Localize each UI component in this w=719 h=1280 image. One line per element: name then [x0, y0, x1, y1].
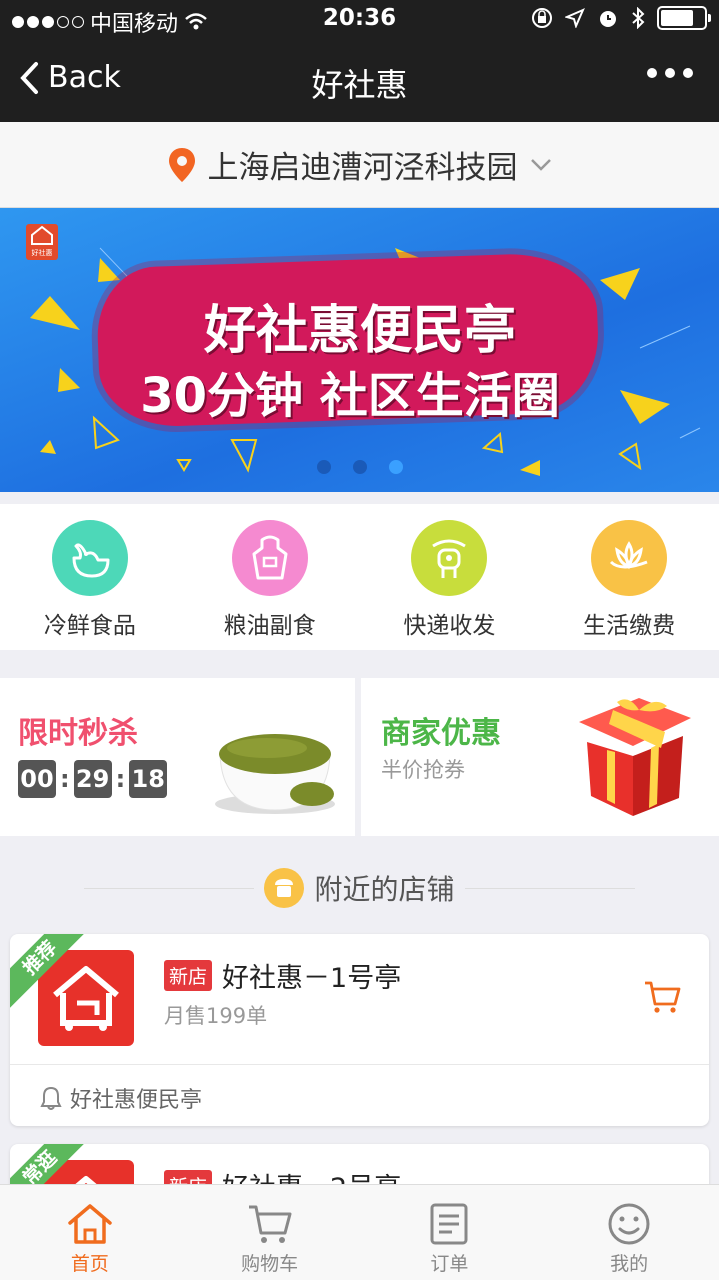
home-icon [68, 1204, 112, 1244]
page-title: 好社惠 [311, 66, 408, 104]
banner-pagination[interactable] [0, 460, 719, 474]
promo-banner[interactable]: 好社惠 好社惠便民亭 30分钟 社区生活圈 [0, 208, 719, 492]
merchant-deal-title: 商家优惠 [381, 716, 501, 751]
alarm-icon [600, 11, 616, 27]
battery-icon [657, 6, 711, 30]
status-bar: 中国移动 20:36 [0, 0, 719, 40]
banner-subheadline: 30分钟 社区生活圈 [140, 368, 560, 424]
more-dot-icon [683, 68, 693, 78]
store-note: 好社惠便民亭 [40, 1082, 202, 1114]
smiley-icon [608, 1203, 650, 1245]
tab-profile[interactable]: 我的 [539, 1185, 719, 1280]
cart-icon [645, 981, 681, 1013]
store-note-text: 好社惠便民亭 [70, 1088, 203, 1113]
bluetooth-icon [632, 7, 645, 29]
category-label: 快递收发 [403, 613, 496, 639]
tab-label: 购物车 [241, 1253, 299, 1275]
banner-headline: 好社惠便民亭 [203, 301, 516, 361]
tab-label: 订单 [430, 1253, 469, 1275]
chicken-icon [51, 520, 128, 596]
category-label: 冷鲜食品 [43, 613, 136, 639]
promo-row: 限时秒杀 00 : 29 : 18 商家优惠 半价抢券 [0, 678, 719, 836]
store-card[interactable]: 推荐 新店 好社惠－1号亭 月售199单 好社惠便民亭 [10, 934, 709, 1126]
more-menu-button[interactable] [647, 68, 693, 78]
pagination-dot-active[interactable] [388, 460, 403, 474]
merchant-deal-card[interactable]: 商家优惠 半价抢券 [361, 678, 719, 836]
cart-icon [248, 1205, 292, 1243]
flash-sale-card[interactable]: 限时秒杀 00 : 29 : 18 [0, 678, 355, 836]
shop-icon [264, 868, 305, 908]
store-monthly-sales: 月售199单 [164, 1004, 268, 1028]
divider [84, 887, 255, 889]
mung-beans-image [215, 734, 335, 814]
gift-box-image [579, 698, 691, 816]
house-logo-icon [53, 966, 119, 1031]
divider [464, 887, 635, 889]
timer-hours: 00 [18, 760, 56, 798]
pagination-dot[interactable] [316, 460, 331, 474]
location-selector[interactable]: 上海启迪漕河泾科技园 [0, 122, 719, 208]
location-text: 上海启迪漕河泾科技园 [207, 150, 518, 186]
status-right [531, 6, 711, 30]
new-store-badge: 新店 [164, 960, 213, 991]
tab-orders[interactable]: 订单 [360, 1185, 540, 1280]
map-pin-icon [168, 147, 195, 182]
bell-icon [40, 1086, 62, 1110]
tab-cart[interactable]: 购物车 [180, 1185, 360, 1280]
order-list-icon [430, 1203, 468, 1245]
category-label: 粮油副食 [223, 613, 316, 639]
category-label: 生活缴费 [583, 613, 676, 639]
store-name: 好社惠－1号亭 [222, 963, 402, 994]
timer-seconds: 18 [129, 760, 168, 798]
chevron-down-icon [530, 158, 551, 171]
category-grain-oil[interactable]: 粮油副食 [180, 504, 360, 650]
more-dot-icon [665, 68, 675, 78]
location-arrow-icon [565, 8, 585, 28]
nearby-stores-title: 附近的店铺 [314, 873, 455, 906]
add-to-cart-button[interactable] [643, 980, 681, 1018]
tab-label: 首页 [70, 1253, 109, 1275]
pagination-dot[interactable] [352, 460, 367, 474]
apron-icon [231, 520, 308, 596]
tab-home[interactable]: 首页 [0, 1185, 180, 1280]
app-screen: 中国移动 20:36 Back 好社惠 上海启迪漕河泾科技园 好社惠 好社惠便民… [0, 0, 719, 1280]
scooter-icon [411, 520, 488, 596]
category-fresh-food[interactable]: 冷鲜食品 [0, 504, 180, 650]
timer-minutes: 29 [73, 760, 112, 798]
merchant-deal-subtitle: 半价抢券 [381, 758, 465, 782]
rotation-lock-icon [532, 8, 552, 28]
countdown-timer: 00 : 29 : 18 [18, 760, 168, 798]
lotus-icon [591, 520, 668, 596]
divider [10, 1064, 709, 1065]
bottom-tab-bar: 首页 购物车 订单 我的 [0, 1184, 719, 1280]
flash-sale-title: 限时秒杀 [18, 716, 138, 751]
category-grid: 冷鲜食品 粮油副食 快递收发 生活缴费 [0, 504, 719, 650]
tab-label: 我的 [610, 1253, 649, 1275]
more-dot-icon [647, 68, 657, 78]
store-name-row: 新店 好社惠－1号亭 [164, 956, 401, 995]
category-express[interactable]: 快递收发 [360, 504, 540, 650]
nav-bar: Back 好社惠 [0, 40, 719, 122]
nearby-stores-heading: 附近的店铺 [0, 862, 719, 914]
category-bill-pay[interactable]: 生活缴费 [539, 504, 719, 650]
